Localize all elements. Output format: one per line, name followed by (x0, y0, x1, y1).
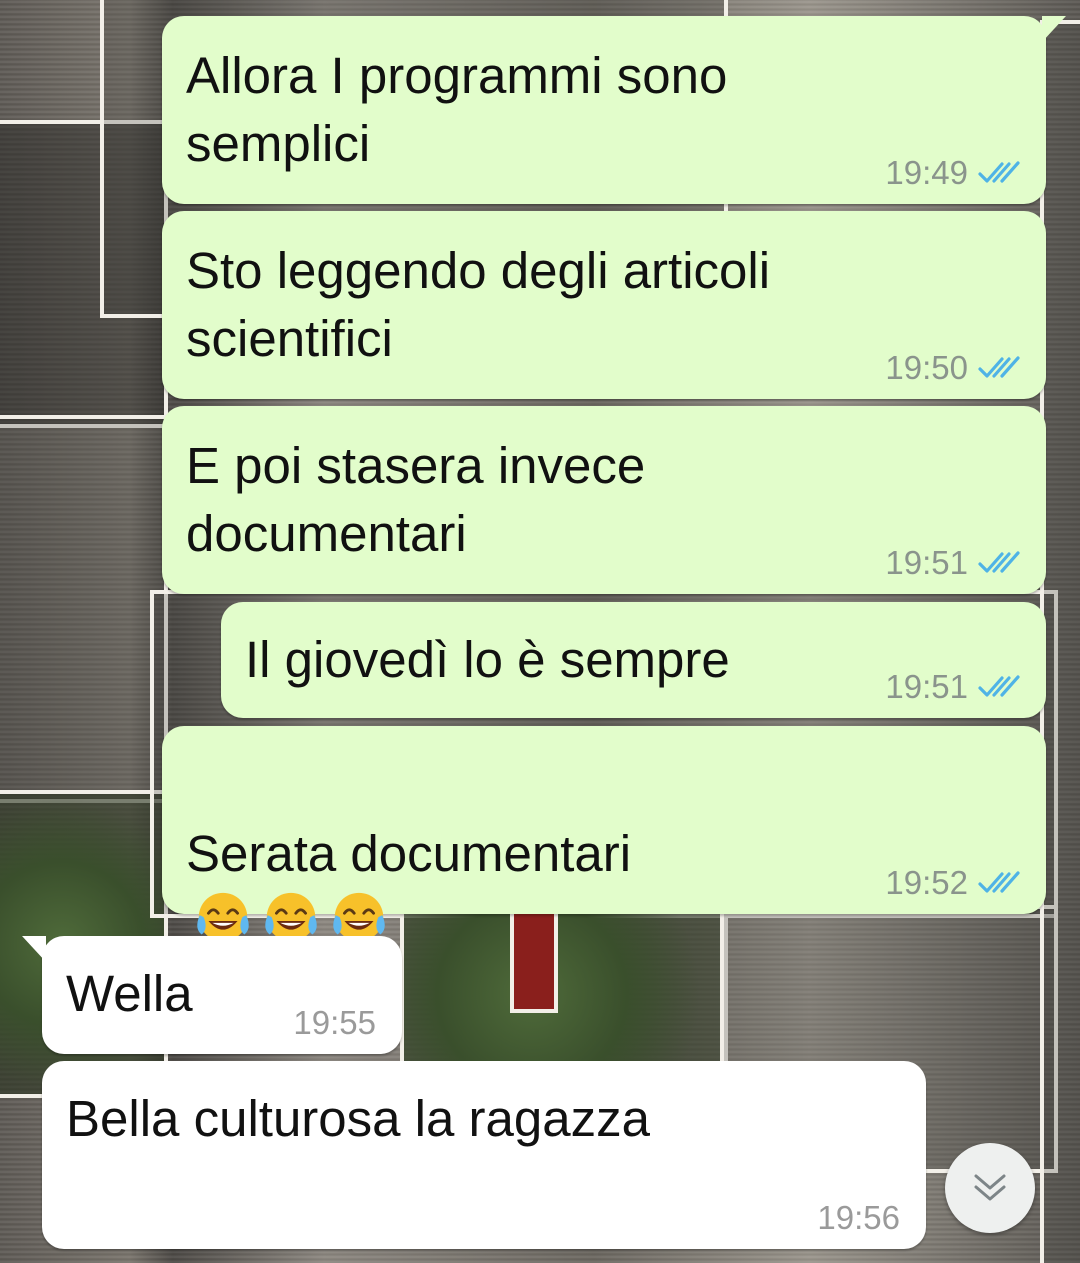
read-ticks-icon (978, 550, 1022, 576)
message-time: 19:50 (885, 349, 968, 386)
message-bubble-incoming[interactable]: Bella culturosa la ragazza 19:56 (42, 1061, 926, 1249)
message-time: 19:49 (885, 154, 968, 191)
read-ticks-icon (978, 160, 1022, 186)
message-text: Il giovedì lo è sempre (245, 631, 730, 688)
message-time: 19:51 (885, 544, 968, 581)
read-ticks-icon (978, 674, 1022, 700)
message-meta: 19:51 (885, 544, 1022, 582)
message-bubble-outgoing[interactable]: Sto leggendo degli articoli scientifici … (162, 211, 1046, 399)
message-meta: 19:55 (293, 1004, 376, 1042)
message-meta: 19:56 (817, 1199, 900, 1237)
message-meta: 19:50 (885, 349, 1022, 387)
message-text: E poi stasera invece documentari (186, 437, 646, 562)
message-bubble-outgoing[interactable]: Il giovedì lo è sempre 19:51 (221, 602, 1046, 718)
message-meta: 19:52 (885, 864, 1022, 902)
message-bubble-outgoing[interactable]: Allora I programmi sono semplici 19:49 (162, 16, 1066, 204)
message-text: Allora I programmi sono semplici (186, 47, 728, 172)
read-ticks-icon (978, 355, 1022, 381)
message-text: Sto leggendo degli articoli scientifici (186, 242, 771, 367)
message-bubble-incoming[interactable]: Wella 19:55 (22, 936, 402, 1054)
read-ticks-icon (978, 870, 1022, 896)
message-meta: 19:51 (885, 668, 1022, 706)
message-bubble-outgoing[interactable]: Serata documentari 19:52 (162, 726, 1046, 942)
message-time: 19:56 (817, 1199, 900, 1236)
message-content: Serata documentari (186, 752, 631, 957)
double-chevron-down-icon (974, 1174, 1006, 1201)
message-bubble-outgoing[interactable]: E poi stasera invece documentari 19:51 (162, 406, 1046, 594)
message-text: Wella (66, 965, 193, 1022)
message-time: 19:55 (293, 1004, 376, 1041)
message-text: Bella culturosa la ragazza (66, 1090, 650, 1147)
message-time: 19:52 (885, 864, 968, 901)
message-time: 19:51 (885, 668, 968, 705)
message-text: Serata documentari (186, 825, 632, 882)
message-meta: 19:49 (885, 154, 1022, 192)
scroll-to-bottom-button[interactable] (945, 1143, 1035, 1233)
